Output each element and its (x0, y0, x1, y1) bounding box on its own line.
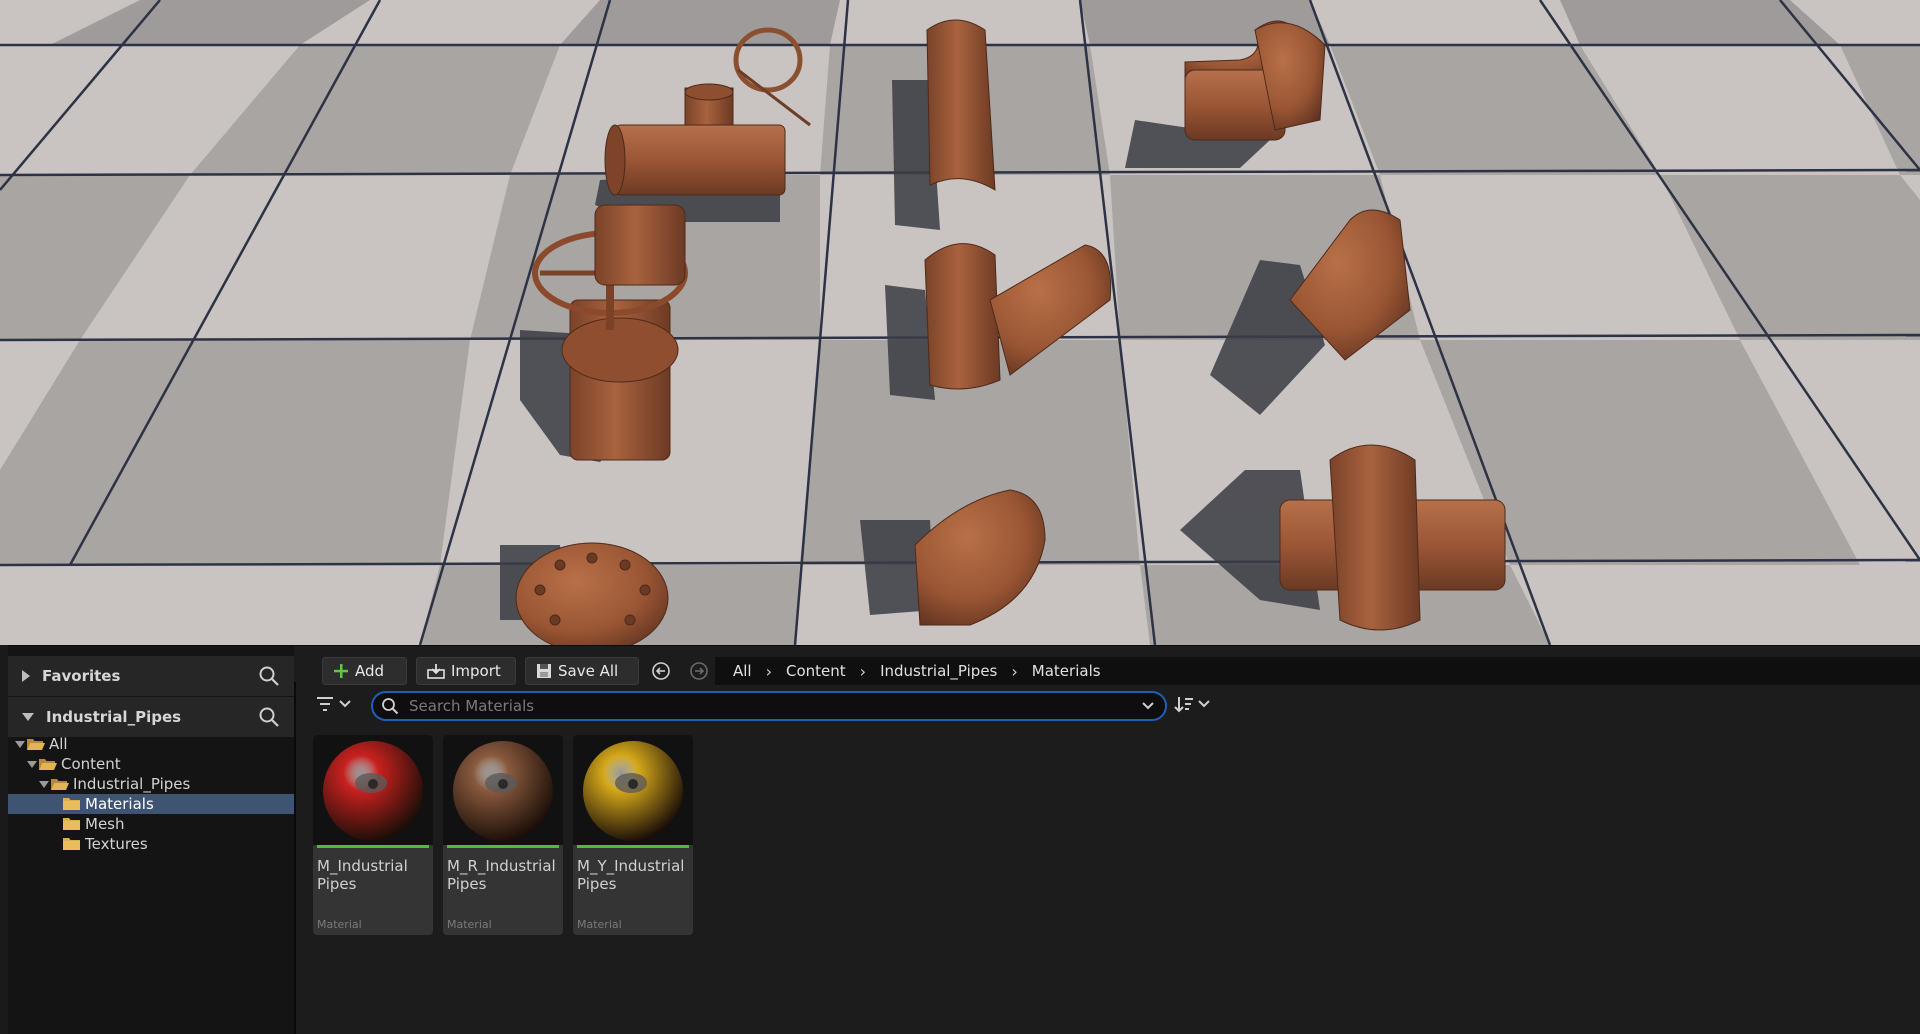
search-input[interactable] (407, 696, 1111, 716)
expand-arrow-icon[interactable] (26, 760, 38, 768)
asset-name-line: Pipes (577, 875, 617, 893)
tree-item-label: All (49, 735, 68, 753)
expand-arrow-icon[interactable] (14, 740, 26, 748)
import-icon (427, 663, 445, 679)
asset-type-label: Material (317, 918, 362, 931)
search-icon (381, 697, 399, 715)
browser-toolbar: Add Import Save All All › Content › Industri… (294, 646, 1920, 685)
tree-item-label: Mesh (85, 815, 125, 833)
project-header[interactable]: Industrial_Pipes (8, 697, 294, 737)
project-label: Industrial_Pipes (46, 708, 182, 726)
search-dropdown-icon[interactable] (1141, 701, 1155, 711)
folder-tree: All Content Industrial_Pipes Materials Mesh T… (8, 734, 294, 854)
asset-type-bar (577, 845, 689, 848)
breadcrumb-item[interactable]: Content (786, 662, 846, 680)
tree-item-label: Textures (85, 835, 148, 853)
folder-open-icon (50, 777, 69, 791)
plus-icon (333, 663, 349, 679)
tree-item-label: Materials (85, 795, 154, 813)
save-icon (536, 663, 552, 679)
level-viewport[interactable] (0, 0, 1920, 645)
folder-open-icon (26, 737, 45, 751)
collapse-arrow-icon[interactable] (22, 713, 34, 721)
folder-icon (62, 837, 81, 851)
breadcrumb: All › Content › Industrial_Pipes › Materials (715, 657, 1920, 685)
import-button[interactable]: Import (416, 657, 516, 685)
filter-icon[interactable] (314, 693, 356, 715)
project-search-icon[interactable] (258, 706, 280, 728)
asset-name-line: Pipes (317, 875, 357, 893)
content-browser: Favorites Industrial_Pipes All Content Ind… (8, 645, 1920, 1034)
search-box[interactable] (371, 691, 1167, 721)
breadcrumb-item[interactable]: All (733, 662, 752, 680)
favorites-header[interactable]: Favorites (8, 656, 294, 696)
import-label: Import (451, 662, 501, 680)
folder-icon (62, 797, 81, 811)
tree-item-all[interactable]: All (8, 734, 294, 754)
folder-open-icon (38, 757, 57, 771)
back-icon[interactable] (651, 661, 671, 681)
expand-arrow-icon[interactable] (38, 780, 50, 788)
sources-panel: Favorites Industrial_Pipes All Content Ind… (8, 646, 296, 1034)
asset-name: M_R_Industrial Pipes (447, 857, 559, 893)
asset-tile[interactable]: M_Industrial Pipes Material (313, 735, 433, 935)
tree-item-textures[interactable]: Textures (8, 834, 294, 854)
asset-name-line: Pipes (447, 875, 487, 893)
breadcrumb-item[interactable]: Industrial_Pipes (880, 662, 997, 680)
breadcrumb-item[interactable]: Materials (1032, 662, 1101, 680)
asset-name: M_Industrial Pipes (317, 857, 429, 893)
tree-item-industrial-pipes[interactable]: Industrial_Pipes (8, 774, 294, 794)
asset-name-line: M_Industrial (317, 857, 408, 875)
material-thumbnail (313, 735, 433, 845)
tree-item-label: Industrial_Pipes (73, 775, 191, 793)
chevron-right-icon[interactable]: › (1011, 662, 1017, 681)
asset-type-bar (447, 845, 559, 848)
save-all-label: Save All (558, 662, 619, 680)
asset-name-line: M_R_Industrial (447, 857, 556, 875)
add-label: Add (355, 662, 385, 680)
tree-item-materials[interactable]: Materials (8, 794, 294, 814)
folder-icon (62, 817, 81, 831)
asset-name: M_Y_Industrial Pipes (577, 857, 689, 893)
chevron-right-icon[interactable]: › (766, 662, 772, 681)
tree-item-content[interactable]: Content (8, 754, 294, 774)
material-thumbnail (573, 735, 693, 845)
favorites-search-icon[interactable] (258, 665, 280, 687)
chevron-right-icon[interactable]: › (860, 662, 866, 681)
material-thumbnail (443, 735, 563, 845)
asset-tile[interactable]: M_R_Industrial Pipes Material (443, 735, 563, 935)
add-button[interactable]: Add (322, 657, 407, 685)
asset-type-bar (317, 845, 429, 848)
save-all-button[interactable]: Save All (525, 657, 639, 685)
asset-type-label: Material (577, 918, 622, 931)
expand-arrow-icon[interactable] (22, 670, 30, 682)
asset-tile[interactable]: M_Y_Industrial Pipes Material (573, 735, 693, 935)
favorites-label: Favorites (42, 667, 121, 685)
tree-item-mesh[interactable]: Mesh (8, 814, 294, 834)
sort-icon[interactable] (1174, 693, 1214, 715)
asset-name-line: M_Y_Industrial (577, 857, 685, 875)
asset-type-label: Material (447, 918, 492, 931)
forward-icon[interactable] (689, 661, 709, 681)
tree-item-label: Content (61, 755, 121, 773)
viewport-scene (0, 0, 1920, 645)
